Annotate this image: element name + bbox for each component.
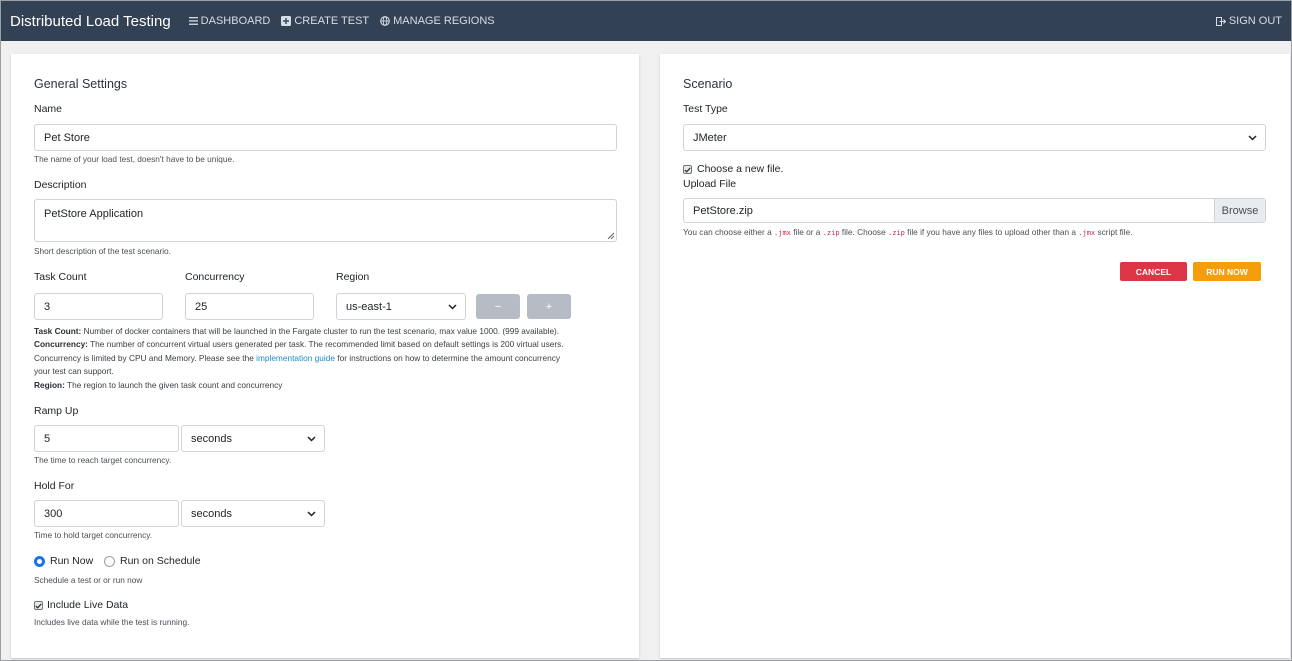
task-count-info: Task Count: Number of docker containers … [34, 326, 560, 336]
upload-file-label: Upload File [683, 178, 737, 190]
nav-manage-regions[interactable]: MANAGE REGIONS [380, 15, 495, 27]
run-on-schedule-label[interactable]: Run on Schedule [120, 555, 201, 567]
test-type-value: JMeter [693, 131, 727, 144]
implementation-guide-link[interactable]: implementation guide [256, 353, 335, 363]
remove-region-button[interactable]: − [476, 294, 520, 319]
resize-handle-icon[interactable] [607, 232, 614, 239]
globe-icon [380, 16, 390, 26]
settings-info-block: Task Count: Number of docker containers … [34, 325, 624, 392]
hold-for-label: Hold For [34, 480, 75, 492]
upload-file-value: PetStore.zip [693, 204, 753, 217]
concurrency-info-3: your test can support. [34, 366, 114, 377]
list-icon [188, 17, 198, 25]
sign-out-link[interactable]: SIGN OUT [1215, 15, 1282, 27]
test-type-select[interactable]: JMeter [683, 124, 1266, 151]
ramp-up-help: The time to reach target concurrency. [34, 455, 172, 465]
concurrency-info-2: Concurrency is limited by CPU and Memory… [34, 352, 561, 363]
hold-for-unit-select[interactable]: seconds [181, 500, 325, 527]
plus-square-icon [281, 16, 292, 26]
chevron-down-icon [307, 435, 316, 442]
region-label: Region [336, 271, 370, 283]
ramp-up-unit-value: seconds [191, 432, 232, 445]
brand-title[interactable]: Distributed Load Testing [10, 13, 171, 30]
scenario-panel: Scenario Test Type JMeter Choose a new f… [660, 54, 1290, 658]
general-settings-panel: General Settings Name Pet Store The name… [11, 54, 639, 658]
cancel-button[interactable]: CANCEL [1120, 262, 1187, 281]
chevron-down-icon [448, 303, 457, 310]
nav-dashboard[interactable]: DASHBOARD [188, 15, 271, 27]
test-type-label: Test Type [683, 103, 728, 115]
name-input[interactable]: Pet Store [34, 124, 617, 151]
checkmark-icon [35, 602, 42, 609]
nav-manage-regions-label: MANAGE REGIONS [393, 15, 495, 27]
description-textarea[interactable]: PetStore Application [34, 199, 617, 242]
concurrency-label: Concurrency [185, 271, 245, 283]
run-now-label[interactable]: Run Now [50, 555, 93, 567]
chevron-down-icon [307, 510, 316, 517]
scenario-title: Scenario [683, 77, 733, 91]
name-help: The name of your load test, doesn't have… [34, 154, 235, 164]
choose-new-file-label[interactable]: Choose a new file. [697, 163, 783, 175]
name-label: Name [34, 103, 63, 115]
schedule-help: Schedule a test or or run now [34, 575, 143, 585]
checkmark-icon [684, 166, 691, 173]
ramp-up-label: Ramp Up [34, 405, 79, 417]
run-now-button[interactable]: RUN NOW [1193, 262, 1261, 281]
general-settings-title: General Settings [34, 77, 128, 91]
top-navbar: Distributed Load Testing DASHBOARD CREAT… [1, 1, 1291, 41]
nav-dashboard-label: DASHBOARD [200, 15, 271, 27]
hold-for-unit-value: seconds [191, 507, 232, 520]
task-count-label: Task Count [34, 271, 87, 283]
description-help: Short description of the test scenario. [34, 246, 171, 256]
hold-for-help: Time to hold target concurrency. [34, 530, 153, 540]
include-live-data-checkbox[interactable] [34, 601, 43, 610]
sign-out-label: SIGN OUT [1228, 15, 1282, 27]
concurrency-info: Concurrency: The number of concurrent vi… [34, 339, 564, 350]
upload-help: You can choose either a .jmx file or a .… [683, 227, 1133, 237]
include-live-data-label[interactable]: Include Live Data [47, 599, 128, 611]
task-count-input[interactable]: 3 [34, 293, 163, 320]
browse-button[interactable]: Browse [1214, 199, 1265, 222]
run-now-radio[interactable] [34, 556, 45, 567]
description-label: Description [34, 179, 87, 191]
description-value: PetStore Application [44, 208, 144, 220]
chevron-down-icon [1248, 134, 1257, 141]
sign-out-icon [1215, 16, 1226, 26]
hold-for-input[interactable]: 300 [34, 500, 179, 527]
region-select[interactable]: us-east-1 [336, 293, 466, 320]
add-region-button[interactable]: + [527, 294, 571, 319]
live-data-help: Includes live data while the test is run… [34, 617, 190, 627]
concurrency-input[interactable]: 25 [185, 293, 314, 320]
nav-create-test[interactable]: CREATE TEST [281, 15, 369, 27]
region-select-value: us-east-1 [346, 300, 392, 313]
ramp-up-unit-select[interactable]: seconds [181, 425, 325, 452]
upload-file-input[interactable]: PetStore.zip Browse [683, 198, 1266, 223]
nav-create-test-label: CREATE TEST [294, 15, 370, 27]
choose-new-file-checkbox[interactable] [683, 165, 692, 174]
ramp-up-input[interactable]: 5 [34, 425, 179, 452]
region-info: Region: The region to launch the given t… [34, 379, 283, 390]
run-on-schedule-radio[interactable] [104, 556, 115, 567]
